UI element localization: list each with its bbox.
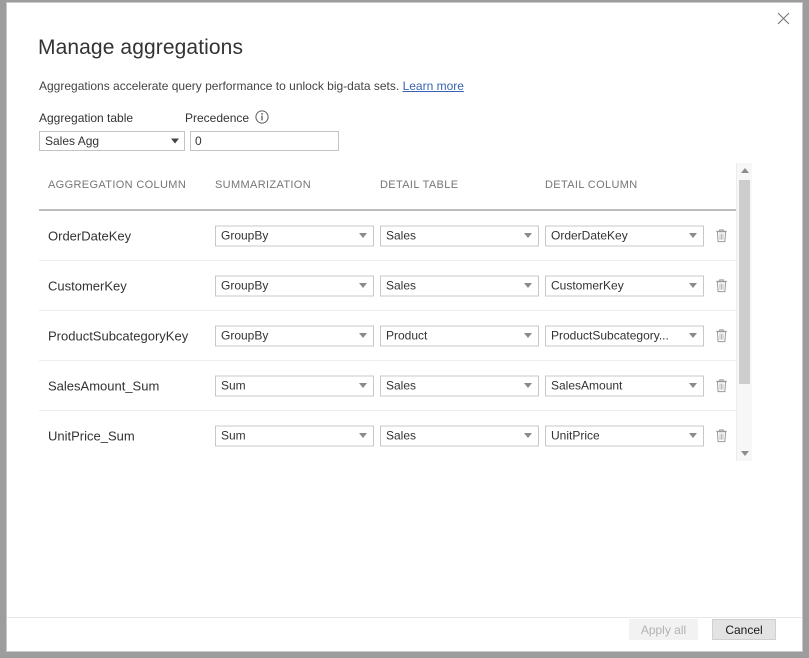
detail-column-value: ProductSubcategory... — [551, 329, 669, 343]
grid-scrollbar[interactable] — [736, 163, 752, 461]
aggregation-column-name: SalesAmount_Sum — [48, 378, 159, 393]
aggregation-table-select[interactable]: Sales Agg — [39, 131, 185, 151]
aggregation-column-name: OrderDateKey — [48, 228, 131, 243]
detail-table-select[interactable]: Sales — [380, 425, 539, 446]
chevron-down-icon — [524, 233, 532, 238]
table-row: UnitPrice_Sum Sum Sales UnitPrice — [39, 411, 736, 460]
learn-more-link[interactable]: Learn more — [403, 79, 464, 93]
chevron-down-icon — [359, 233, 367, 238]
chevron-down-icon — [689, 333, 697, 338]
table-row: SalesAmount_Sum Sum Sales SalesAmount — [39, 361, 736, 411]
summarization-select[interactable]: Sum — [215, 425, 374, 446]
chevron-down-icon — [689, 283, 697, 288]
chevron-down-icon — [524, 283, 532, 288]
detail-table-select[interactable]: Product — [380, 325, 539, 346]
footer-divider — [7, 617, 802, 618]
aggregation-column-name: ProductSubcategoryKey — [48, 328, 188, 343]
table-row: ProductSubcategoryKey GroupBy Product Pr… — [39, 311, 736, 361]
summarization-value: GroupBy — [221, 229, 268, 243]
chevron-down-icon — [524, 383, 532, 388]
detail-table-select[interactable]: Sales — [380, 375, 539, 396]
summarization-select[interactable]: Sum — [215, 375, 374, 396]
detail-column-value: CustomerKey — [551, 279, 624, 293]
chevron-down-icon — [359, 283, 367, 288]
column-header-aggregation-column: AGGREGATION COLUMN — [48, 179, 186, 191]
detail-table-value: Sales — [386, 279, 416, 293]
column-header-detail-table: DETAIL TABLE — [380, 179, 458, 191]
window-bottom-strip — [0, 652, 809, 658]
trash-icon[interactable] — [712, 376, 730, 396]
table-row: OrderDateKey GroupBy Sales OrderDateKey — [39, 211, 736, 261]
trash-icon[interactable] — [712, 426, 730, 446]
summarization-value: Sum — [221, 429, 246, 443]
aggregation-column-name: CustomerKey — [48, 278, 127, 293]
detail-table-value: Sales — [386, 379, 416, 393]
detail-column-value: OrderDateKey — [551, 229, 628, 243]
chevron-down-icon — [524, 333, 532, 338]
chevron-down-icon — [359, 333, 367, 338]
summarization-value: GroupBy — [221, 279, 268, 293]
dialog-description: Aggregations accelerate query performanc… — [39, 79, 464, 93]
aggregation-column-name: UnitPrice_Sum — [48, 428, 135, 443]
column-header-detail-column: DETAIL COLUMN — [545, 179, 638, 191]
table-row: CustomerKey GroupBy Sales CustomerKey — [39, 261, 736, 311]
apply-all-button[interactable]: Apply all — [629, 619, 698, 640]
trash-icon[interactable] — [712, 276, 730, 296]
aggregation-table-value: Sales Agg — [45, 134, 99, 148]
detail-table-value: Product — [386, 329, 427, 343]
cancel-button[interactable]: Cancel — [712, 619, 776, 640]
detail-column-select[interactable]: UnitPrice — [545, 425, 704, 446]
aggregations-grid: AGGREGATION COLUMN SUMMARIZATION DETAIL … — [39, 163, 767, 461]
chevron-down-icon — [689, 383, 697, 388]
chevron-down-icon — [689, 433, 697, 438]
summarization-select[interactable]: GroupBy — [215, 225, 374, 246]
detail-table-select[interactable]: Sales — [380, 225, 539, 246]
summarization-select[interactable]: GroupBy — [215, 275, 374, 296]
aggregation-table-label: Aggregation table — [39, 111, 133, 125]
summarization-select[interactable]: GroupBy — [215, 325, 374, 346]
column-header-summarization: SUMMARIZATION — [215, 179, 311, 191]
chevron-down-icon — [689, 233, 697, 238]
detail-table-value: Sales — [386, 229, 416, 243]
close-icon[interactable] — [764, 3, 802, 33]
detail-table-select[interactable]: Sales — [380, 275, 539, 296]
precedence-label: Precedence — [185, 111, 249, 125]
detail-column-value: UnitPrice — [551, 429, 600, 443]
chevron-down-icon — [171, 139, 179, 144]
scroll-up-icon[interactable] — [737, 163, 752, 178]
trash-icon[interactable] — [712, 226, 730, 246]
chevron-down-icon — [359, 383, 367, 388]
detail-column-select[interactable]: SalesAmount — [545, 375, 704, 396]
info-circle-icon[interactable] — [255, 110, 269, 124]
scroll-down-icon[interactable] — [737, 446, 752, 461]
detail-column-value: SalesAmount — [551, 379, 622, 393]
grid-header-row: AGGREGATION COLUMN SUMMARIZATION DETAIL … — [39, 163, 736, 211]
detail-column-select[interactable]: CustomerKey — [545, 275, 704, 296]
trash-icon[interactable] — [712, 326, 730, 346]
summarization-value: Sum — [221, 379, 246, 393]
page-title: Manage aggregations — [38, 36, 243, 60]
manage-aggregations-dialog: Manage aggregations Aggregations acceler… — [6, 2, 803, 652]
precedence-input[interactable] — [190, 131, 339, 151]
scrollbar-thumb[interactable] — [739, 180, 750, 384]
detail-table-value: Sales — [386, 429, 416, 443]
chevron-down-icon — [359, 433, 367, 438]
detail-column-select[interactable]: OrderDateKey — [545, 225, 704, 246]
grid-body: OrderDateKey GroupBy Sales OrderDateKey — [39, 211, 736, 460]
summarization-value: GroupBy — [221, 329, 268, 343]
chevron-down-icon — [524, 433, 532, 438]
detail-column-select[interactable]: ProductSubcategory... — [545, 325, 704, 346]
description-text: Aggregations accelerate query performanc… — [39, 79, 399, 93]
